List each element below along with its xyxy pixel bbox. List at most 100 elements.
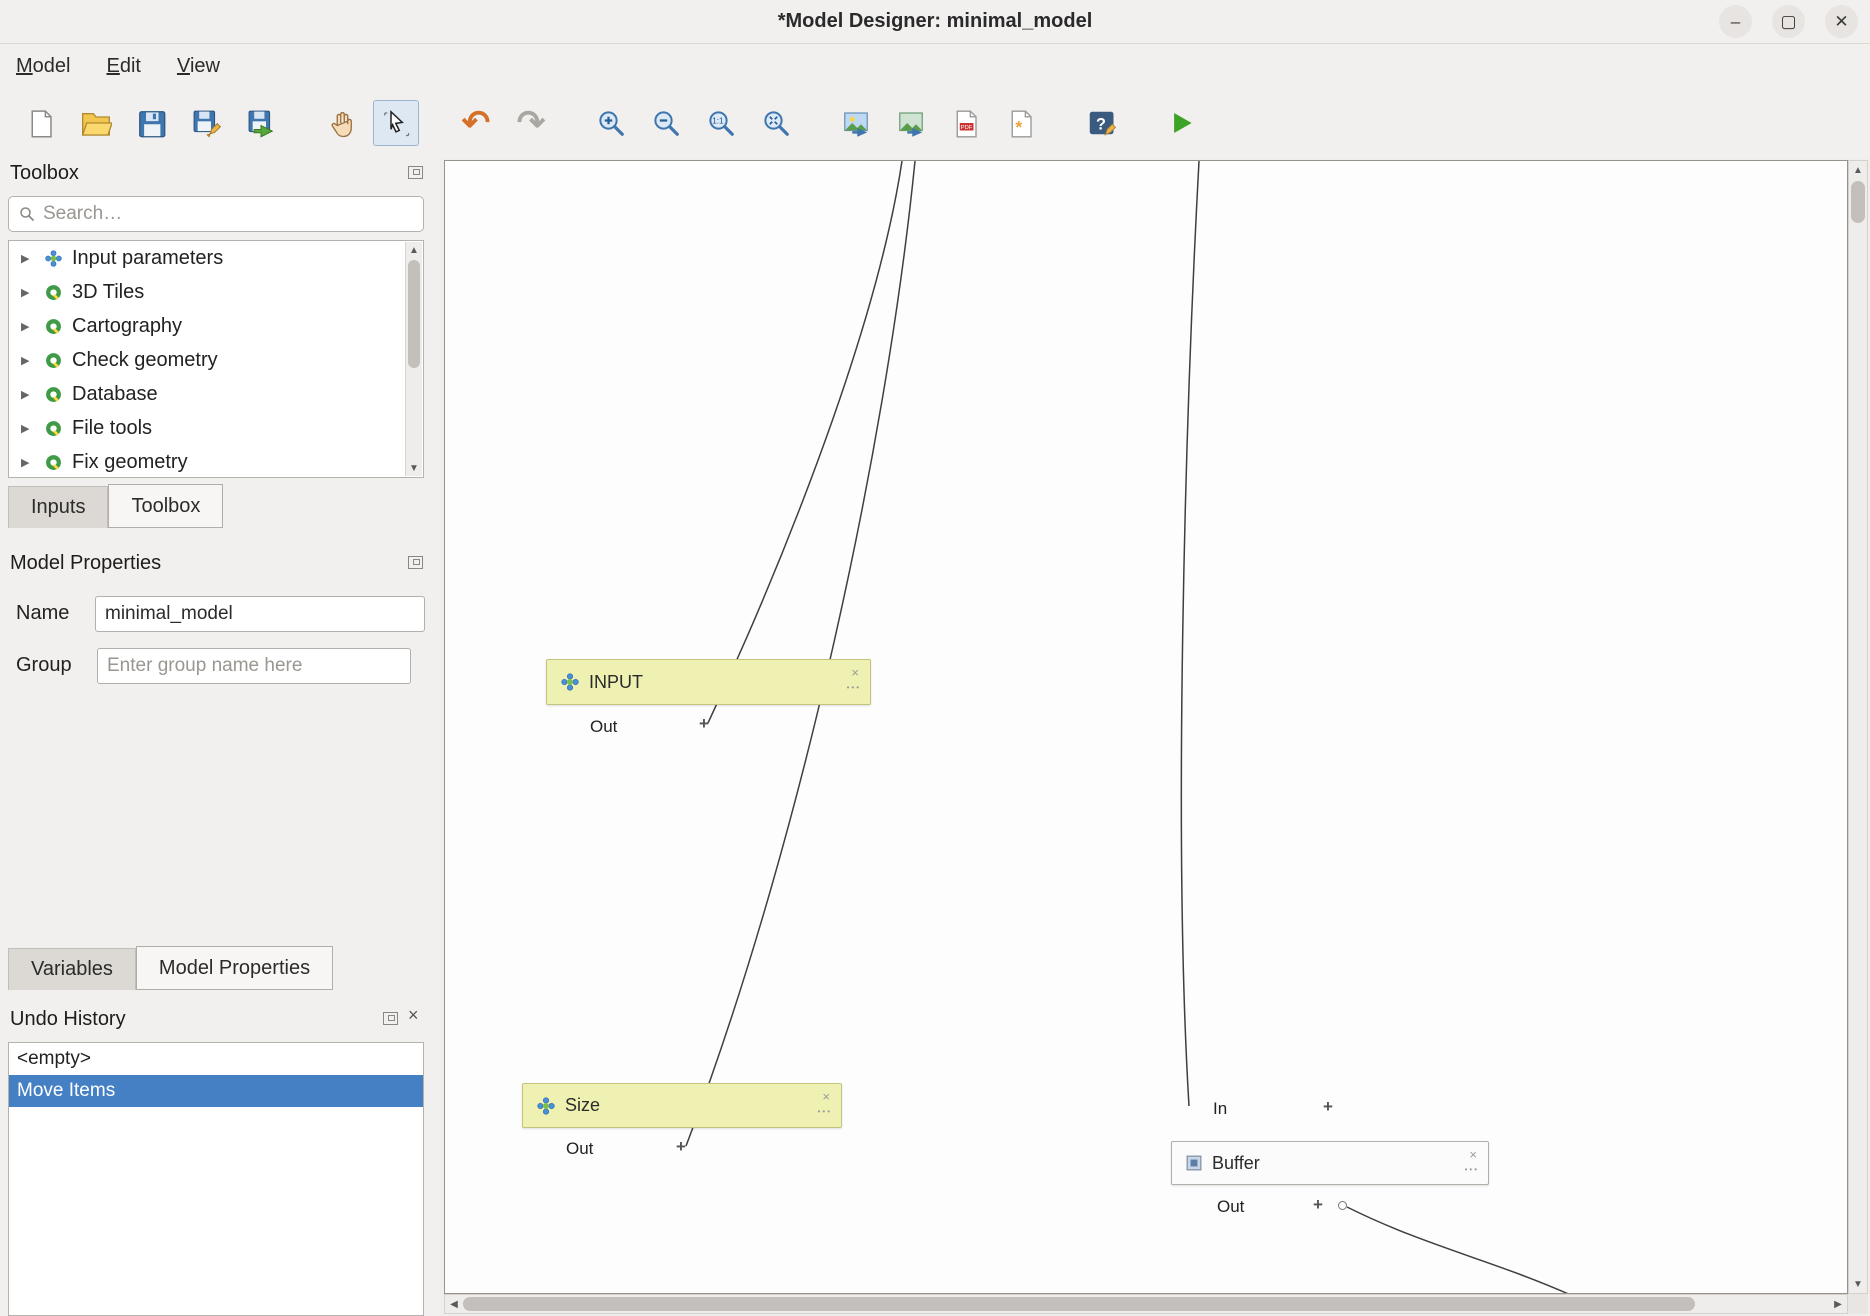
toolbox-panel-title: Toolbox <box>10 162 79 185</box>
node-comment-icon[interactable]: ••• <box>1465 1165 1479 1174</box>
zoom-in-icon <box>596 108 626 138</box>
edge-buffer-in <box>1181 161 1199 1106</box>
undo-item-move-items[interactable]: Move Items <box>9 1075 423 1107</box>
model-group-input[interactable] <box>97 648 411 684</box>
close-panel-icon[interactable]: × <box>408 1009 419 1022</box>
tree-item-check-geometry[interactable]: ▶ Check geometry <box>9 343 423 377</box>
port-socket-icon[interactable] <box>1338 1201 1347 1210</box>
scroll-down-icon[interactable]: ▼ <box>406 460 422 476</box>
zoom-in-button[interactable] <box>588 100 634 146</box>
tab-model-properties[interactable]: Model Properties <box>136 946 333 990</box>
port-expand-icon[interactable]: + <box>699 714 709 734</box>
expand-arrow-icon[interactable]: ▶ <box>21 320 35 333</box>
export-as-script-button[interactable]: * <box>998 100 1044 146</box>
tree-scrollbar[interactable]: ▲ ▼ <box>405 242 422 476</box>
select-tool-button[interactable] <box>373 100 419 146</box>
expand-arrow-icon[interactable]: ▶ <box>21 354 35 367</box>
expand-arrow-icon[interactable]: ▶ <box>21 286 35 299</box>
model-name-input[interactable] <box>95 596 425 632</box>
tree-item-fix-geometry[interactable]: ▶ Fix geometry <box>9 445 423 478</box>
port-expand-icon[interactable]: + <box>1313 1195 1323 1215</box>
tree-item-3d-tiles[interactable]: ▶ 3D Tiles <box>9 275 423 309</box>
edge-size-out <box>686 161 915 1146</box>
qgis-provider-icon <box>45 284 62 301</box>
float-panel-icon[interactable] <box>408 166 423 179</box>
open-model-button[interactable] <box>73 100 119 146</box>
run-model-button[interactable] <box>1158 100 1204 146</box>
menu-edit[interactable]: Edit <box>106 55 140 78</box>
tab-inputs[interactable]: Inputs <box>8 486 108 528</box>
model-node-size[interactable]: Size × ••• <box>522 1083 842 1128</box>
toolbox-search-input[interactable] <box>43 203 423 225</box>
scroll-left-icon[interactable]: ◀ <box>445 1295 463 1313</box>
model-node-buffer[interactable]: Buffer × ••• <box>1171 1141 1489 1185</box>
float-panel-icon[interactable] <box>383 1012 398 1025</box>
save-as-icon <box>191 108 221 138</box>
expand-arrow-icon[interactable]: ▶ <box>21 422 35 435</box>
expand-arrow-icon[interactable]: ▶ <box>21 252 35 265</box>
export-as-image-button[interactable] <box>833 100 879 146</box>
zoom-out-button[interactable] <box>643 100 689 146</box>
node-delete-icon[interactable]: × <box>851 665 859 680</box>
toolbox-tab-bar: Inputs Toolbox <box>8 484 223 528</box>
new-file-icon <box>26 108 56 138</box>
redo-button[interactable]: ↷ <box>508 100 554 146</box>
scroll-up-icon[interactable]: ▲ <box>1849 161 1867 179</box>
zoom-actual-button[interactable]: 1:1 <box>698 100 744 146</box>
export-as-svg-button[interactable] <box>888 100 934 146</box>
window-title: *Model Designer: minimal_model <box>778 10 1093 33</box>
new-model-button[interactable] <box>18 100 64 146</box>
node-delete-icon[interactable]: × <box>1469 1147 1477 1162</box>
export-script-icon: * <box>1006 108 1036 138</box>
pan-tool-button[interactable] <box>318 100 364 146</box>
model-canvas[interactable]: INPUT × ••• Out + Size × ••• Out + In + … <box>444 160 1848 1294</box>
vertical-scrollbar-thumb[interactable] <box>1851 181 1865 223</box>
scroll-down-icon[interactable]: ▼ <box>1849 1275 1867 1293</box>
toolbar: ↶ ↷ 1:1 <box>0 88 1870 158</box>
edit-model-help-button[interactable]: ? <box>1078 100 1124 146</box>
expand-arrow-icon[interactable]: ▶ <box>21 456 35 469</box>
titlebar: *Model Designer: minimal_model – ▢ ✕ <box>0 0 1870 44</box>
menu-view[interactable]: View <box>177 55 220 78</box>
tree-item-database[interactable]: ▶ Database <box>9 377 423 411</box>
save-model-in-project-button[interactable] <box>238 100 284 146</box>
svg-text:*: * <box>1015 117 1022 137</box>
canvas-vertical-scrollbar[interactable]: ▲ ▼ <box>1848 160 1868 1294</box>
horizontal-scrollbar-thumb[interactable] <box>463 1297 1695 1311</box>
tree-scrollbar-thumb[interactable] <box>408 260 420 368</box>
tree-item-label: Input parameters <box>72 247 223 270</box>
save-model-as-button[interactable] <box>183 100 229 146</box>
scroll-up-icon[interactable]: ▲ <box>406 242 422 258</box>
tab-variables[interactable]: Variables <box>8 948 136 990</box>
save-model-button[interactable] <box>128 100 174 146</box>
tree-item-label: Cartography <box>72 315 182 338</box>
node-comment-icon[interactable]: ••• <box>818 1107 832 1116</box>
model-node-input[interactable]: INPUT × ••• <box>546 659 871 705</box>
algorithm-icon <box>1186 1155 1202 1171</box>
tree-item-cartography[interactable]: ▶ Cartography <box>9 309 423 343</box>
maximize-button[interactable]: ▢ <box>1772 5 1805 38</box>
float-panel-icon[interactable] <box>408 556 423 569</box>
tree-item-label: Check geometry <box>72 349 218 372</box>
node-comment-icon[interactable]: ••• <box>847 683 861 692</box>
port-expand-icon[interactable]: + <box>1323 1097 1333 1117</box>
tab-toolbox[interactable]: Toolbox <box>108 484 223 528</box>
edge-buffer-out <box>1347 1207 1573 1293</box>
qgis-provider-icon <box>45 454 62 471</box>
node-delete-icon[interactable]: × <box>822 1089 830 1104</box>
minimize-button[interactable]: – <box>1719 5 1752 38</box>
zoom-full-button[interactable] <box>753 100 799 146</box>
undo-item-empty[interactable]: <empty> <box>9 1043 423 1075</box>
svg-text:1:1: 1:1 <box>712 117 724 126</box>
expand-arrow-icon[interactable]: ▶ <box>21 388 35 401</box>
close-button[interactable]: ✕ <box>1825 5 1858 38</box>
canvas-horizontal-scrollbar[interactable]: ◀ ▶ <box>444 1294 1848 1314</box>
scroll-right-icon[interactable]: ▶ <box>1829 1295 1847 1313</box>
menu-model[interactable]: Model <box>16 55 70 78</box>
port-expand-icon[interactable]: + <box>676 1137 686 1157</box>
tree-item-file-tools[interactable]: ▶ File tools <box>9 411 423 445</box>
tree-item-input-parameters[interactable]: ▶ Input parameters <box>9 241 423 275</box>
undo-button[interactable]: ↶ <box>453 100 499 146</box>
export-as-pdf-button[interactable]: PDF <box>943 100 989 146</box>
menubar: Model Edit View <box>0 44 1870 88</box>
